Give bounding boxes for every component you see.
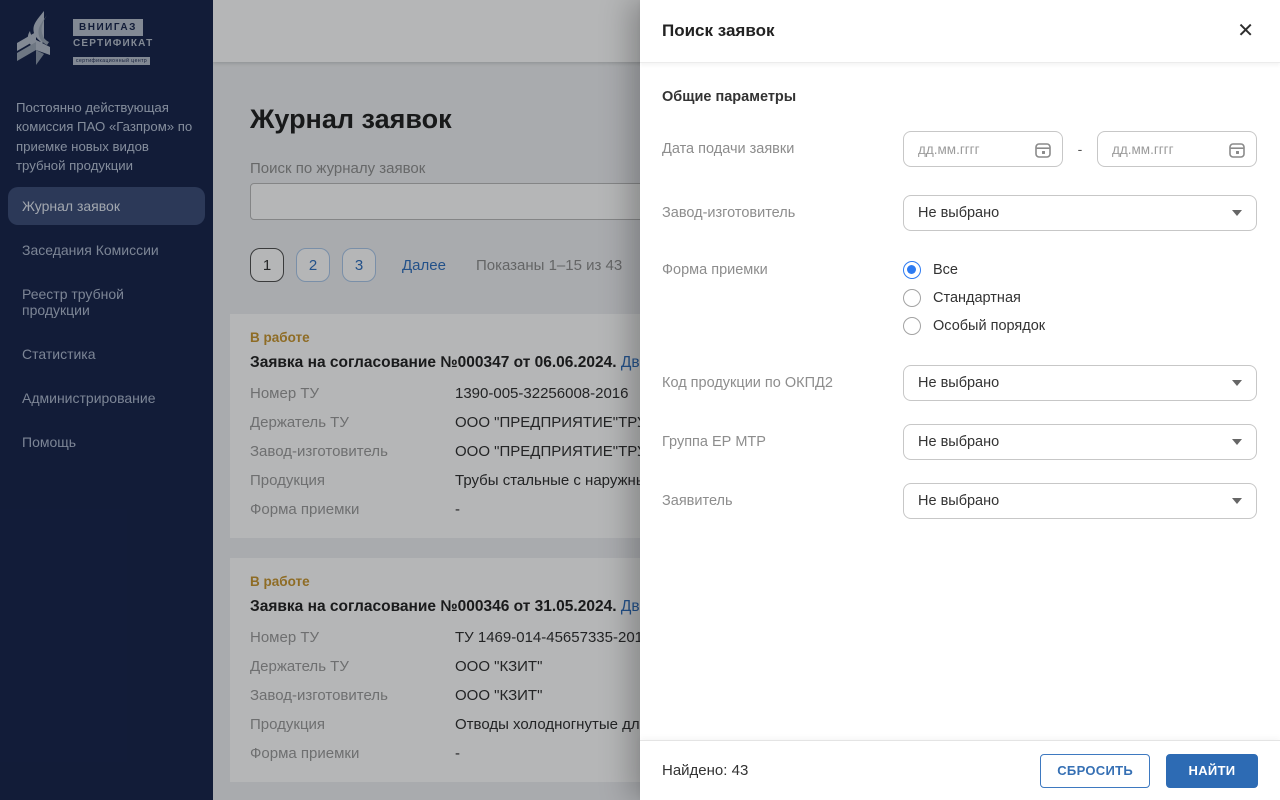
radio-selected-icon bbox=[903, 261, 921, 279]
radio-option[interactable]: Особый порядок bbox=[903, 317, 1045, 335]
okpd2-select[interactable]: Не выбрано bbox=[903, 365, 1257, 401]
applicant-label: Заявитель bbox=[662, 493, 903, 509]
applicant-select-value: Не выбрано bbox=[918, 493, 999, 509]
radio-icon bbox=[903, 317, 921, 335]
chevron-down-icon bbox=[1232, 439, 1242, 445]
find-button[interactable]: НАЙТИ bbox=[1166, 754, 1258, 788]
date-to-field[interactable] bbox=[1097, 131, 1257, 167]
reset-button[interactable]: СБРОСИТЬ bbox=[1040, 754, 1150, 788]
drawer-title: Поиск заявок bbox=[662, 21, 774, 41]
section-title: Общие параметры bbox=[662, 89, 1258, 105]
filter-row-er-mtr: Группа ЕР МТР Не выбрано bbox=[662, 424, 1258, 460]
filter-row-okpd2: Код продукции по ОКПД2 Не выбрано bbox=[662, 365, 1258, 401]
er-mtr-select[interactable]: Не выбрано bbox=[903, 424, 1257, 460]
date-label: Дата подачи заявки bbox=[662, 141, 903, 157]
close-icon[interactable]: ✕ bbox=[1235, 19, 1256, 43]
date-separator: - bbox=[1063, 141, 1097, 157]
radio-option-label: Особый порядок bbox=[933, 318, 1045, 334]
filter-row-manufacturer: Завод-изготовитель Не выбрано bbox=[662, 195, 1258, 231]
acceptance-label: Форма приемки bbox=[662, 261, 903, 279]
drawer-body: Общие параметры Дата подачи заявки - bbox=[640, 89, 1280, 519]
calendar-icon[interactable] bbox=[1228, 141, 1246, 164]
chevron-down-icon bbox=[1232, 498, 1242, 504]
modal-backdrop[interactable] bbox=[0, 0, 640, 800]
radio-option[interactable]: Все bbox=[903, 261, 1045, 279]
chevron-down-icon bbox=[1232, 380, 1242, 386]
applicant-select[interactable]: Не выбрано bbox=[903, 483, 1257, 519]
manufacturer-label: Завод-изготовитель bbox=[662, 205, 903, 221]
er-mtr-select-value: Не выбрано bbox=[918, 434, 999, 450]
manufacturer-select[interactable]: Не выбрано bbox=[903, 195, 1257, 231]
radio-option[interactable]: Стандартная bbox=[903, 289, 1045, 307]
calendar-icon[interactable] bbox=[1034, 141, 1052, 164]
chevron-down-icon bbox=[1232, 210, 1242, 216]
er-mtr-label: Группа ЕР МТР bbox=[662, 434, 903, 450]
search-drawer: Поиск заявок ✕ Общие параметры Дата пода… bbox=[640, 0, 1280, 800]
acceptance-radio-group: Все Стандартная Особый порядок bbox=[903, 261, 1045, 335]
filter-row-date: Дата подачи заявки - bbox=[662, 131, 1258, 167]
date-range-control: - bbox=[903, 131, 1258, 167]
manufacturer-select-value: Не выбрано bbox=[918, 205, 999, 221]
radio-option-label: Стандартная bbox=[933, 290, 1021, 306]
date-from-field[interactable] bbox=[903, 131, 1063, 167]
okpd2-select-value: Не выбрано bbox=[918, 375, 999, 391]
drawer-header: Поиск заявок ✕ bbox=[640, 0, 1280, 63]
radio-option-label: Все bbox=[933, 262, 958, 278]
okpd2-label: Код продукции по ОКПД2 bbox=[662, 375, 903, 391]
drawer-footer: Найдено: 43 СБРОСИТЬ НАЙТИ bbox=[640, 740, 1280, 800]
radio-icon bbox=[903, 289, 921, 307]
filter-row-applicant: Заявитель Не выбрано bbox=[662, 483, 1258, 519]
filter-row-acceptance: Форма приемки Все Стандартная Особый поряд… bbox=[662, 261, 1258, 335]
found-count: Найдено: 43 bbox=[662, 762, 748, 779]
